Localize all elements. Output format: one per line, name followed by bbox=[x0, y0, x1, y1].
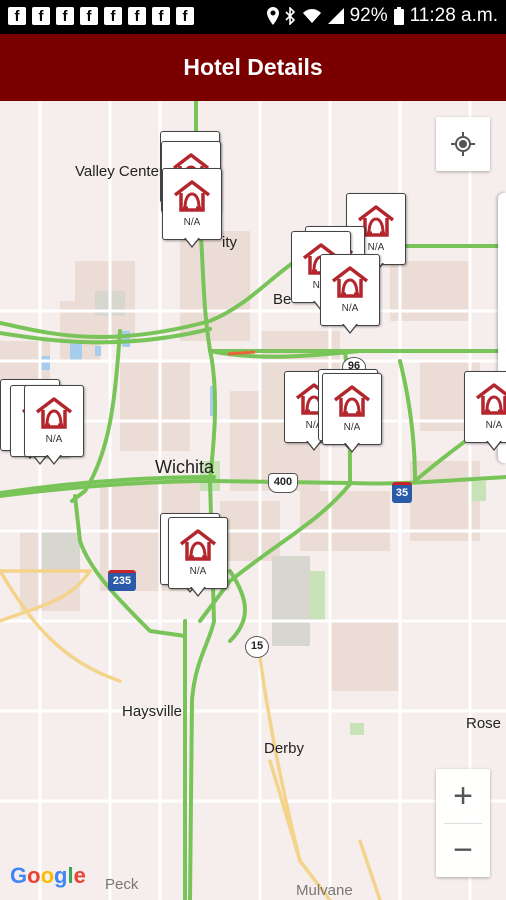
us-400-shield: 400 bbox=[268, 473, 298, 493]
page-title: Hotel Details bbox=[183, 54, 323, 80]
marker-label: N/A bbox=[341, 303, 359, 314]
hotel-marker[interactable]: N/A bbox=[322, 373, 382, 457]
interstate-35-shield: 35 bbox=[392, 482, 412, 503]
marker-label: N/A bbox=[189, 566, 207, 577]
place-park-city: ity bbox=[222, 234, 237, 251]
zoom-controls: + − bbox=[436, 769, 490, 877]
interstate-235-shield: 235 bbox=[108, 570, 136, 591]
map-view[interactable]: Valley Center ity Be Wichita Haysville D… bbox=[0, 101, 506, 900]
marker-pointer bbox=[190, 586, 206, 597]
marker-pointer bbox=[184, 237, 200, 248]
place-valley-center: Valley Center bbox=[75, 163, 164, 180]
crosshair-icon bbox=[451, 132, 475, 156]
battery-icon bbox=[393, 7, 404, 25]
marker-card: N/A bbox=[320, 254, 380, 326]
marker-card: N/A bbox=[464, 371, 506, 443]
marker-label: N/A bbox=[45, 434, 63, 445]
my-location-button[interactable] bbox=[436, 117, 490, 171]
place-rose-hill: Rose bbox=[466, 715, 502, 732]
facebook-icon: f bbox=[32, 7, 50, 25]
battery-level: 92% bbox=[349, 5, 388, 26]
facebook-icon: f bbox=[176, 7, 194, 25]
wifi-icon bbox=[302, 9, 321, 23]
marker-pointer bbox=[486, 440, 502, 451]
app-bar: Hotel Details bbox=[0, 34, 506, 101]
zoom-out-button[interactable]: − bbox=[436, 823, 490, 877]
marker-pointer bbox=[342, 323, 358, 334]
facebook-icon: f bbox=[152, 7, 170, 25]
marker-pointer bbox=[344, 442, 360, 453]
signal-icon bbox=[327, 8, 344, 24]
hotel-marker[interactable]: N/A bbox=[320, 254, 380, 338]
place-wichita: Wichita bbox=[155, 457, 215, 477]
map-background bbox=[0, 101, 506, 900]
clock: 11:28 a.m. bbox=[409, 5, 498, 26]
facebook-icon: f bbox=[56, 7, 74, 25]
hotel-marker[interactable]: N/A bbox=[168, 517, 228, 601]
place-haysville: Haysville bbox=[122, 703, 183, 720]
facebook-icon: f bbox=[8, 7, 26, 25]
place-bel-aire: Be bbox=[273, 291, 292, 308]
place-mulvane: Mulvane bbox=[296, 882, 353, 899]
hotel-logo-icon bbox=[34, 396, 74, 430]
status-bar: f f f f f f f f 92% 11:28 a.m. bbox=[0, 0, 506, 34]
hotel-marker[interactable]: N/A bbox=[24, 385, 84, 469]
google-logo: Google bbox=[10, 863, 86, 888]
place-derby: Derby bbox=[264, 740, 305, 757]
zoom-in-button[interactable]: + bbox=[436, 769, 490, 823]
marker-card: N/A bbox=[24, 385, 84, 457]
place-peck: Peck bbox=[105, 876, 139, 893]
location-icon bbox=[266, 7, 279, 25]
hotel-marker[interactable]: N/A bbox=[464, 371, 506, 455]
facebook-icon: f bbox=[104, 7, 122, 25]
marker-label: N/A bbox=[183, 217, 201, 228]
k15-shield: 15 bbox=[245, 636, 269, 658]
hotel-logo-icon bbox=[474, 382, 506, 416]
facebook-icon: f bbox=[128, 7, 146, 25]
marker-label: N/A bbox=[343, 422, 361, 433]
bluetooth-icon bbox=[285, 7, 295, 25]
marker-card: N/A bbox=[168, 517, 228, 589]
hotel-logo-icon bbox=[178, 528, 218, 562]
hotel-logo-icon bbox=[330, 265, 370, 299]
hotel-logo-icon bbox=[172, 179, 212, 213]
marker-label: N/A bbox=[485, 420, 503, 431]
hotel-logo-icon bbox=[332, 384, 372, 418]
hotel-marker[interactable]: N/A bbox=[162, 168, 222, 252]
notification-icons: f f f f f f f f bbox=[8, 7, 194, 25]
marker-pointer bbox=[46, 454, 62, 465]
zoom-divider bbox=[444, 823, 482, 824]
marker-card: N/A bbox=[162, 168, 222, 240]
marker-card: N/A bbox=[322, 373, 382, 445]
facebook-icon: f bbox=[80, 7, 98, 25]
